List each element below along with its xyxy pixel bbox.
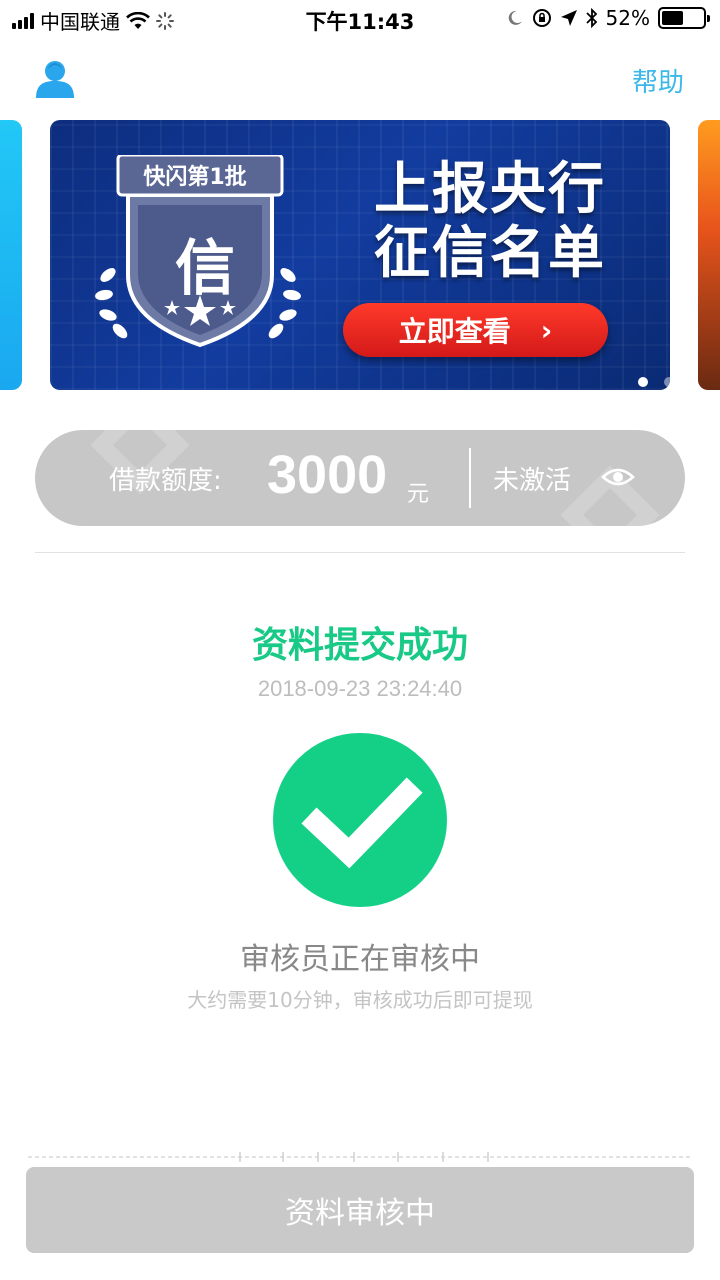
activation-status: 未激活 bbox=[493, 466, 572, 496]
moon-icon bbox=[508, 10, 522, 25]
credit-limit-label: 借款额度: bbox=[109, 466, 222, 496]
bluetooth-icon bbox=[585, 8, 597, 28]
banner-carousel[interactable]: 快闪第1批 信 上报央行 征信名单 立即查看 › bbox=[0, 120, 720, 390]
chevron-right-icon: › bbox=[540, 313, 553, 347]
divider bbox=[35, 552, 685, 553]
view-now-label: 立即查看 bbox=[398, 315, 511, 348]
battery-icon bbox=[658, 7, 710, 29]
credit-divider bbox=[469, 448, 471, 508]
banner-title-line1: 上报央行 bbox=[374, 157, 606, 222]
banner-title-line2: 征信名单 bbox=[374, 221, 606, 286]
carousel-dot[interactable] bbox=[664, 377, 670, 387]
shield-char: 信 bbox=[175, 234, 235, 304]
status-bar: 中国联通 下午11:43 52% bbox=[0, 0, 720, 40]
next-banner-peek[interactable] bbox=[698, 120, 720, 390]
rotation-lock-icon bbox=[532, 9, 551, 27]
credit-limit-unit: 元 bbox=[407, 482, 430, 507]
credit-limit-amount: 3000 bbox=[267, 445, 388, 505]
credit-report-banner[interactable]: 快闪第1批 信 上报央行 征信名单 立即查看 › bbox=[50, 120, 670, 390]
submit-timestamp: 2018-09-23 23:24:40 bbox=[257, 676, 463, 701]
view-now-button[interactable]: 立即查看 › bbox=[343, 303, 608, 357]
carousel-dots bbox=[638, 377, 670, 387]
checkmark-glyph bbox=[301, 777, 423, 869]
help-link[interactable]: 帮助 bbox=[632, 62, 684, 99]
review-status-subtitle: 大约需要10分钟，审核成功后即可提现 bbox=[187, 988, 533, 1012]
user-icon[interactable] bbox=[34, 58, 76, 100]
check-icon bbox=[273, 733, 447, 907]
carousel-dot[interactable] bbox=[638, 377, 648, 387]
review-status-title: 审核员正在审核中 bbox=[240, 942, 480, 977]
status-right: 52% bbox=[506, 6, 710, 30]
under-review-button[interactable]: 资料审核中 bbox=[26, 1167, 694, 1253]
banner-title: 上报央行 征信名单 bbox=[335, 158, 645, 286]
battery-percent: 52% bbox=[605, 6, 650, 30]
shield-tag-label: 快闪第1批 bbox=[143, 165, 247, 190]
eye-icon[interactable] bbox=[601, 462, 635, 492]
prev-banner-peek[interactable] bbox=[0, 120, 22, 390]
submit-success-title: 资料提交成功 bbox=[251, 625, 468, 666]
dashed-separator bbox=[28, 1152, 692, 1162]
credit-limit-card: 借款额度: 3000 元 未激活 bbox=[35, 430, 685, 526]
battery-fill bbox=[662, 11, 683, 25]
location-arrow-icon bbox=[560, 10, 577, 26]
